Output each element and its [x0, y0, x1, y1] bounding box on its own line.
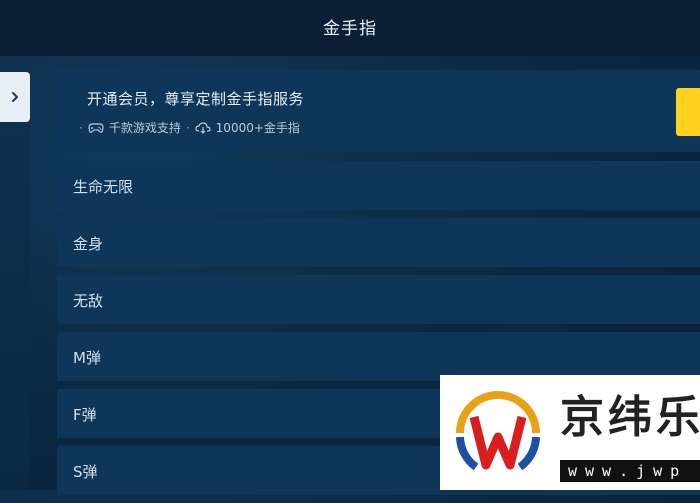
watermark-url: www.jwp — [560, 460, 700, 482]
gamepad-icon — [88, 122, 104, 133]
cheat-item-infinite-life[interactable]: 生命无限 — [57, 161, 700, 210]
cheat-label: 金身 — [73, 235, 104, 253]
chevron-right-icon — [12, 92, 18, 102]
sidebar-panel — [0, 122, 30, 490]
brand-logo-icon — [456, 391, 540, 471]
promo-features: · 千款游戏支持 · 10000+金手指 — [79, 119, 300, 136]
bullet: · — [185, 120, 190, 135]
cheat-item-golden-body[interactable]: 金身 — [57, 218, 700, 267]
games-supported-text: 千款游戏支持 — [108, 121, 181, 135]
cheat-label: F弹 — [73, 406, 97, 424]
open-vip-button[interactable] — [676, 88, 700, 136]
cheat-item-m-bullet[interactable]: M弹 — [57, 332, 700, 381]
vip-promo-banner[interactable]: 开通会员，尊享定制金手指服务 · 千款游戏支持 · 10000+金手指 — [57, 70, 700, 152]
watermark-brand: 京纬乐 — [560, 392, 700, 443]
page-title: 金手指 — [323, 19, 377, 39]
bullet: · — [79, 120, 83, 135]
cheat-label: 生命无限 — [73, 178, 134, 196]
watermark: 京纬乐 www.jwp — [440, 375, 700, 490]
cheat-label: S弹 — [73, 463, 98, 481]
promo-title: 开通会员，尊享定制金手指服务 — [87, 90, 305, 108]
cheat-label: M弹 — [73, 349, 101, 367]
cloud-download-icon — [195, 121, 211, 134]
sidebar-expand-button[interactable] — [0, 72, 30, 122]
cheat-label: 无敌 — [73, 292, 104, 310]
top-bar: 金手指 — [0, 0, 700, 56]
cheat-count-text: 10000+金手指 — [215, 121, 300, 135]
cheat-item-invincible[interactable]: 无敌 — [57, 275, 700, 324]
